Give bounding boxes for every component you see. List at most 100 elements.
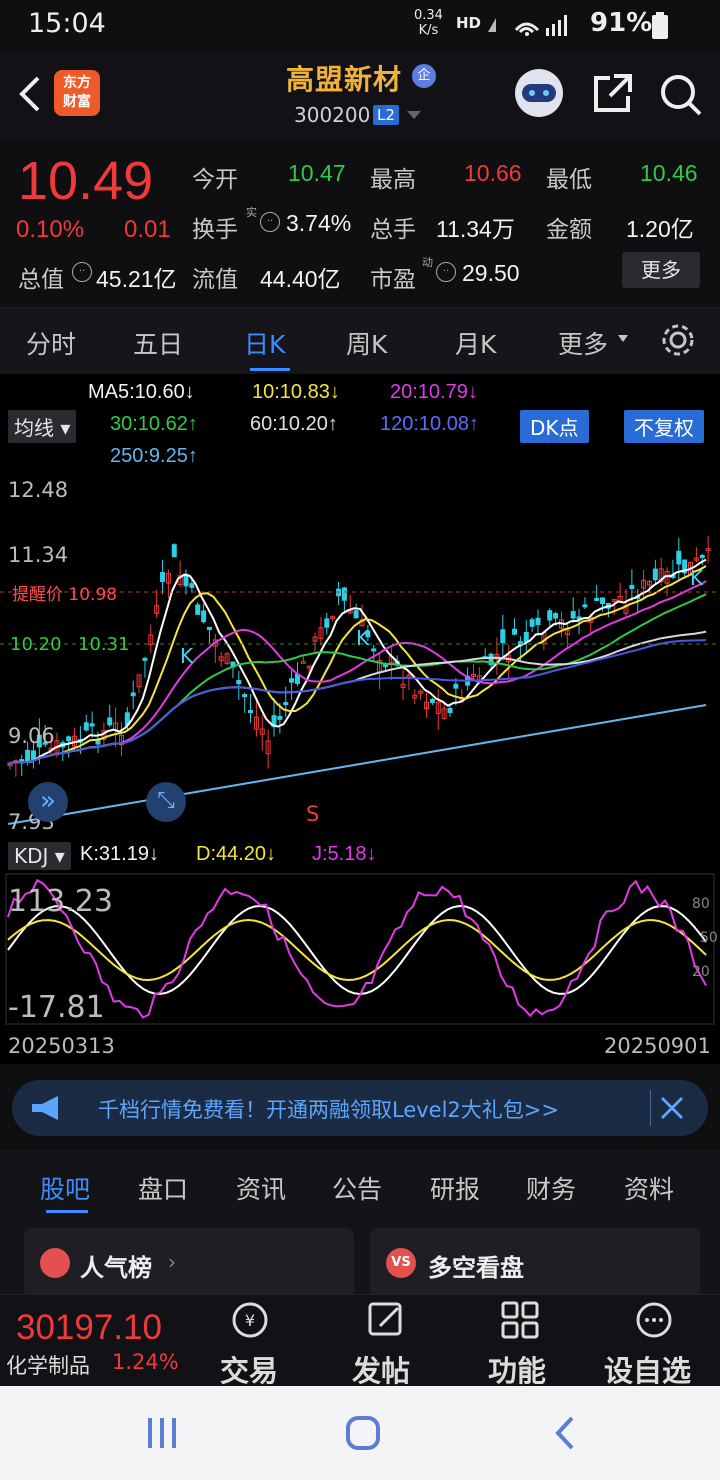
candle bbox=[195, 604, 201, 615]
kdj-ref-20: 20 bbox=[692, 964, 710, 980]
battery-icon bbox=[652, 12, 668, 39]
kdj-k: K:31.19↓ bbox=[80, 843, 159, 865]
stock-code[interactable]: 300200 bbox=[294, 103, 370, 127]
k-marker: K bbox=[690, 566, 704, 590]
ma-line bbox=[7, 704, 707, 825]
status-bar: 15:04 0.34 K/s HD 91% bbox=[0, 0, 720, 50]
bull-bear-card[interactable] bbox=[370, 1228, 700, 1298]
candle bbox=[629, 584, 635, 589]
nav-post[interactable]: 发帖 bbox=[352, 1348, 410, 1390]
active-tab-indicator bbox=[250, 368, 290, 371]
no-adjust-button[interactable]: 不复权 bbox=[624, 410, 704, 443]
candle bbox=[429, 698, 435, 703]
chevron-down-icon[interactable] bbox=[406, 110, 422, 120]
candle bbox=[236, 679, 242, 685]
nav-add-watchlist[interactable]: 设自选 bbox=[604, 1348, 691, 1390]
tab-finance[interactable]: 财务 bbox=[526, 1170, 576, 1206]
candle bbox=[206, 626, 212, 631]
enterprise-badge: 企 bbox=[412, 64, 436, 88]
tab-research[interactable]: 研报 bbox=[430, 1170, 480, 1206]
last-price: 10.49 bbox=[18, 151, 154, 211]
candle bbox=[189, 583, 195, 588]
net-speed: 0.34 K/s bbox=[414, 8, 443, 38]
k-marker: K bbox=[180, 644, 194, 668]
more-quote-button[interactable]: 更多 bbox=[622, 252, 700, 288]
candle bbox=[594, 597, 600, 601]
candle bbox=[171, 544, 177, 558]
popularity-title: 人气榜 bbox=[80, 1254, 152, 1282]
tab-more[interactable]: 更多 bbox=[558, 325, 608, 361]
back-arrow-icon[interactable] bbox=[14, 74, 44, 114]
ma120-legend: 120:10.08↑ bbox=[380, 413, 479, 435]
pe-sup: 动 bbox=[422, 256, 433, 269]
candle bbox=[453, 683, 459, 689]
candle bbox=[600, 597, 606, 605]
close-icon[interactable] bbox=[658, 1094, 686, 1122]
index-value[interactable]: 30197.10 bbox=[16, 1308, 162, 1348]
candle bbox=[89, 723, 95, 727]
end-date: 20250901 bbox=[604, 1034, 711, 1058]
candle bbox=[547, 610, 553, 621]
svg-text:¥: ¥ bbox=[245, 1311, 255, 1330]
nav-trade[interactable]: 交易 bbox=[220, 1348, 278, 1390]
candle bbox=[201, 610, 207, 623]
candle bbox=[652, 568, 658, 581]
search-icon[interactable] bbox=[658, 72, 704, 118]
share-icon[interactable] bbox=[590, 72, 634, 116]
tab-weekly-k[interactable]: 周K bbox=[346, 325, 387, 361]
dropdown-triangle-icon[interactable] bbox=[617, 334, 629, 344]
candle bbox=[582, 604, 588, 608]
candle bbox=[512, 628, 518, 635]
chevron-right-icon: › bbox=[168, 1250, 176, 1274]
tab-pankou[interactable]: 盘口 bbox=[138, 1170, 188, 1206]
home-icon[interactable] bbox=[344, 1414, 382, 1452]
expand-button[interactable]: » bbox=[28, 782, 68, 822]
start-date: 20250313 bbox=[8, 1034, 115, 1058]
float-label: 流值 bbox=[192, 267, 238, 293]
nav-function[interactable]: 功能 bbox=[488, 1348, 546, 1390]
candle bbox=[447, 707, 453, 714]
tab-intraday[interactable]: 分时 bbox=[26, 325, 76, 361]
info-icon[interactable]: ·· bbox=[72, 262, 92, 282]
sell-marker: S bbox=[306, 802, 320, 826]
info-icon[interactable]: ·· bbox=[436, 262, 456, 282]
candle bbox=[500, 629, 506, 644]
ma10-legend: 10:10.83↓ bbox=[252, 381, 340, 403]
pe-label: 市盈 bbox=[370, 267, 416, 293]
bull-bear-title: 多空看盘 bbox=[428, 1254, 524, 1282]
dk-point-button[interactable]: DK点 bbox=[520, 410, 589, 443]
turnover-sup: 实 bbox=[246, 206, 257, 219]
tab-news[interactable]: 资讯 bbox=[236, 1170, 286, 1206]
tab-five-day[interactable]: 五日 bbox=[133, 325, 183, 361]
low-label: 最低 bbox=[546, 167, 592, 193]
candle bbox=[25, 749, 31, 762]
settings-gear-icon[interactable] bbox=[660, 322, 696, 358]
tab-profile[interactable]: 资料 bbox=[624, 1170, 674, 1206]
tab-daily-k[interactable]: 日K bbox=[244, 325, 285, 361]
kdj-min: -17.81 bbox=[8, 990, 105, 1025]
function-grid-icon[interactable] bbox=[500, 1300, 540, 1340]
ma-selector[interactable]: 均线 ▾ bbox=[8, 410, 77, 443]
mktcap-label: 总值 bbox=[18, 267, 64, 293]
tab-guba[interactable]: 股吧 bbox=[40, 1170, 90, 1206]
info-icon[interactable]: ·· bbox=[260, 212, 280, 232]
tab-notice[interactable]: 公告 bbox=[332, 1170, 382, 1206]
candle bbox=[107, 717, 113, 726]
back-icon[interactable] bbox=[552, 1414, 578, 1452]
high-label: 最高 bbox=[370, 167, 416, 193]
trade-icon[interactable]: ¥ bbox=[230, 1300, 270, 1340]
kdj-selector[interactable]: KDJ ▾ bbox=[8, 842, 71, 870]
post-icon[interactable] bbox=[366, 1300, 406, 1340]
more-dots-icon[interactable] bbox=[634, 1300, 674, 1340]
popularity-card[interactable] bbox=[24, 1228, 354, 1298]
info-tab-indicator bbox=[46, 1210, 88, 1213]
fullscreen-icon[interactable]: ⤡ bbox=[146, 782, 186, 822]
promo-text[interactable]: 千档行情免费看！开通两融领取Level2大礼包>> bbox=[98, 1094, 559, 1124]
recent-apps-icon[interactable] bbox=[146, 1416, 178, 1450]
tab-monthly-k[interactable]: 月K bbox=[455, 325, 496, 361]
l2-badge[interactable]: L2 bbox=[373, 105, 399, 125]
robot-assistant-icon[interactable] bbox=[512, 66, 566, 120]
change-amount: 0.01 bbox=[124, 216, 171, 243]
status-time: 15:04 bbox=[28, 8, 106, 39]
candle bbox=[570, 611, 576, 619]
